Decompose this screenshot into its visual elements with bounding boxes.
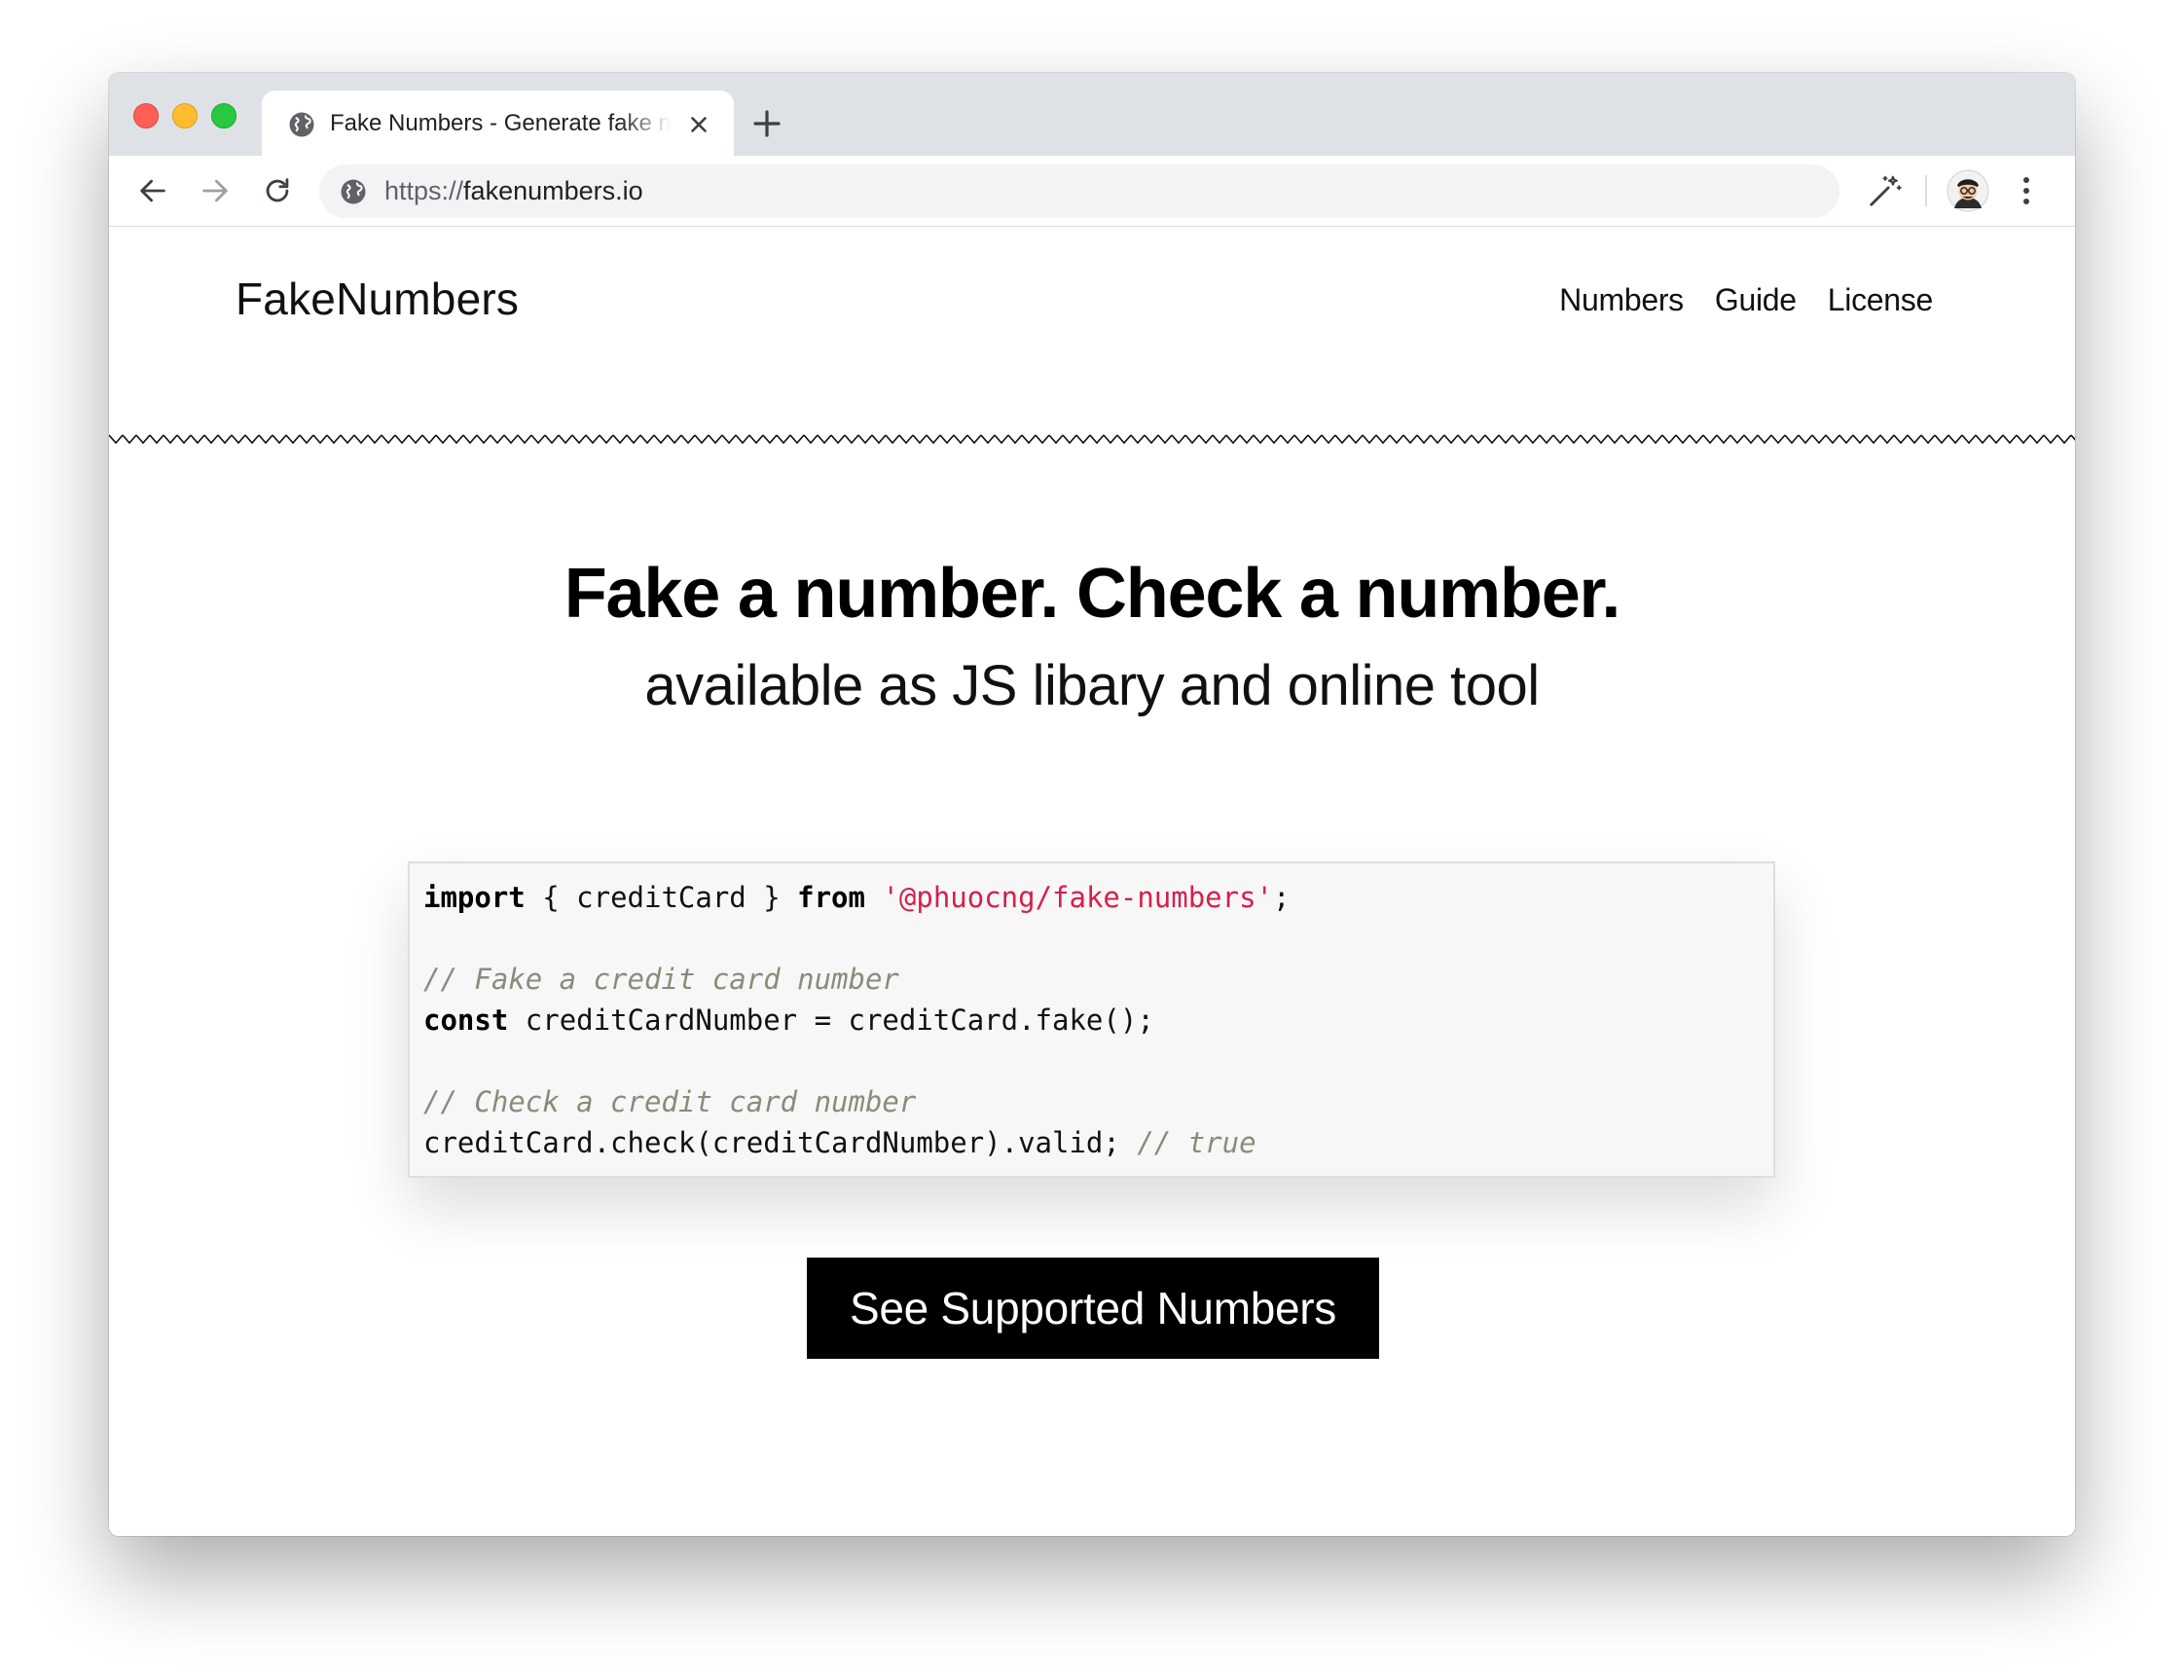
nav-link-license[interactable]: License: [1828, 275, 1934, 324]
hero-subtitle: available as JS libary and online tool: [644, 654, 1540, 717]
code-line: const creditCardNumber = creditCard.fake…: [423, 1000, 1760, 1041]
forward-arrow-icon[interactable]: [199, 174, 232, 207]
minimize-window-button[interactable]: [172, 103, 198, 128]
code-comment-result: // true: [1137, 1126, 1256, 1159]
code-keyword-const: const: [423, 1004, 509, 1037]
code-keyword-import: import: [423, 881, 526, 914]
tab-title: Fake Numbers - Generate fake numbers: [330, 110, 671, 136]
code-keyword-from: from: [797, 881, 865, 914]
reload-icon[interactable]: [261, 174, 294, 207]
maximize-window-button[interactable]: [211, 103, 237, 128]
code-line: import { creditCard } from '@phuocng/fak…: [423, 877, 1760, 918]
more-options-icon[interactable]: [2020, 173, 2033, 208]
tab-strip: Fake Numbers - Generate fake numbers: [109, 73, 2075, 156]
nav-link-guide[interactable]: Guide: [1715, 275, 1797, 324]
nav-link-numbers[interactable]: Numbers: [1559, 275, 1684, 324]
see-supported-numbers-button[interactable]: See Supported Numbers: [807, 1258, 1379, 1359]
code-line: creditCard.check(creditCardNumber).valid…: [423, 1122, 1760, 1163]
page-content: FakeNumbers Numbers Guide License Fake a…: [109, 227, 2075, 1536]
site-nav: Numbers Guide License: [1559, 275, 1933, 324]
browser-tab[interactable]: Fake Numbers - Generate fake numbers: [262, 91, 734, 156]
profile-avatar-icon[interactable]: [1947, 169, 1989, 212]
hero-title: Fake a number. Check a number.: [564, 555, 1621, 633]
code-comment-fake: // Fake a credit card number: [423, 963, 899, 996]
url-text[interactable]: https://fakenumbers.io: [384, 164, 643, 218]
header-zigzag-divider: [109, 431, 2075, 449]
address-bar[interactable]: https://fakenumbers.io: [319, 164, 1839, 218]
browser-window: Fake Numbers - Generate fake numbers: [109, 73, 2075, 1536]
close-icon[interactable]: [686, 112, 711, 137]
back-arrow-icon[interactable]: [136, 174, 169, 207]
url-host: fakenumbers.io: [463, 176, 643, 205]
code-semicolon: ;: [1273, 881, 1291, 914]
browser-toolbar: https://fakenumbers.io: [109, 156, 2075, 227]
code-line: // Fake a credit card number: [423, 959, 1760, 1000]
code-fake-statement: creditCardNumber = creditCard.fake();: [508, 1004, 1154, 1037]
magic-wand-icon[interactable]: [1867, 172, 1904, 209]
code-example: import { creditCard } from '@phuocng/fak…: [408, 861, 1775, 1178]
url-scheme: https://: [384, 176, 464, 205]
code-string-module: '@phuocng/fake-numbers': [882, 881, 1274, 914]
code-check-statement: creditCard.check(creditCardNumber).valid…: [423, 1126, 1138, 1159]
close-window-button[interactable]: [133, 103, 159, 128]
code-comment-check: // Check a credit card number: [423, 1085, 917, 1118]
globe-icon: [341, 179, 366, 204]
new-tab-icon[interactable]: [751, 108, 783, 139]
code-line: // Check a credit card number: [423, 1081, 1760, 1122]
toolbar-divider: [1925, 175, 1927, 206]
site-logo[interactable]: FakeNumbers: [236, 270, 519, 328]
code-import-names: { creditCard }: [525, 881, 798, 914]
globe-icon: [289, 112, 314, 137]
